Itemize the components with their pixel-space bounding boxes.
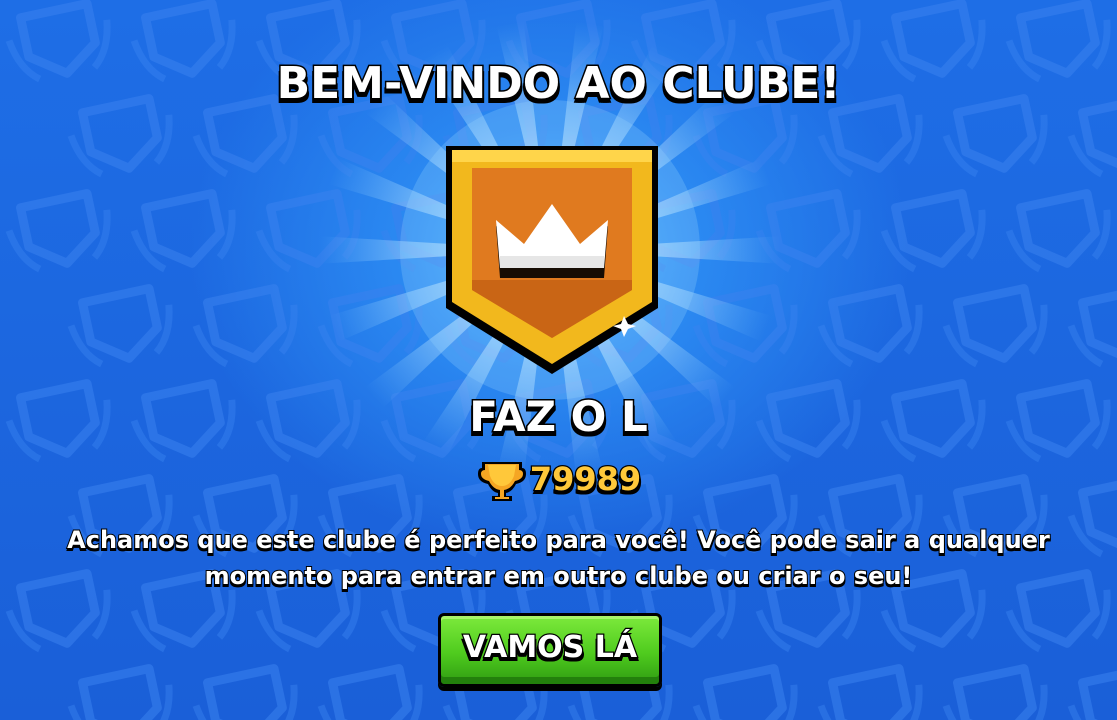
crown-badge-icon: [446, 146, 658, 374]
trophy-icon: [477, 462, 526, 501]
lets-go-button[interactable]: VAMOS LÁ: [438, 613, 662, 687]
club-message: Achamos que este clube é perfeito para v…: [66, 525, 1051, 591]
club-trophies: 79989: [0, 456, 1117, 502]
club-badge: [438, 140, 668, 380]
club-name: FAZ O L: [468, 391, 650, 443]
lets-go-label: VAMOS LÁ: [462, 628, 639, 666]
trophy-count: 79989: [529, 459, 643, 500]
welcome-title: BEM-VINDO AO CLUBE!: [275, 57, 842, 111]
